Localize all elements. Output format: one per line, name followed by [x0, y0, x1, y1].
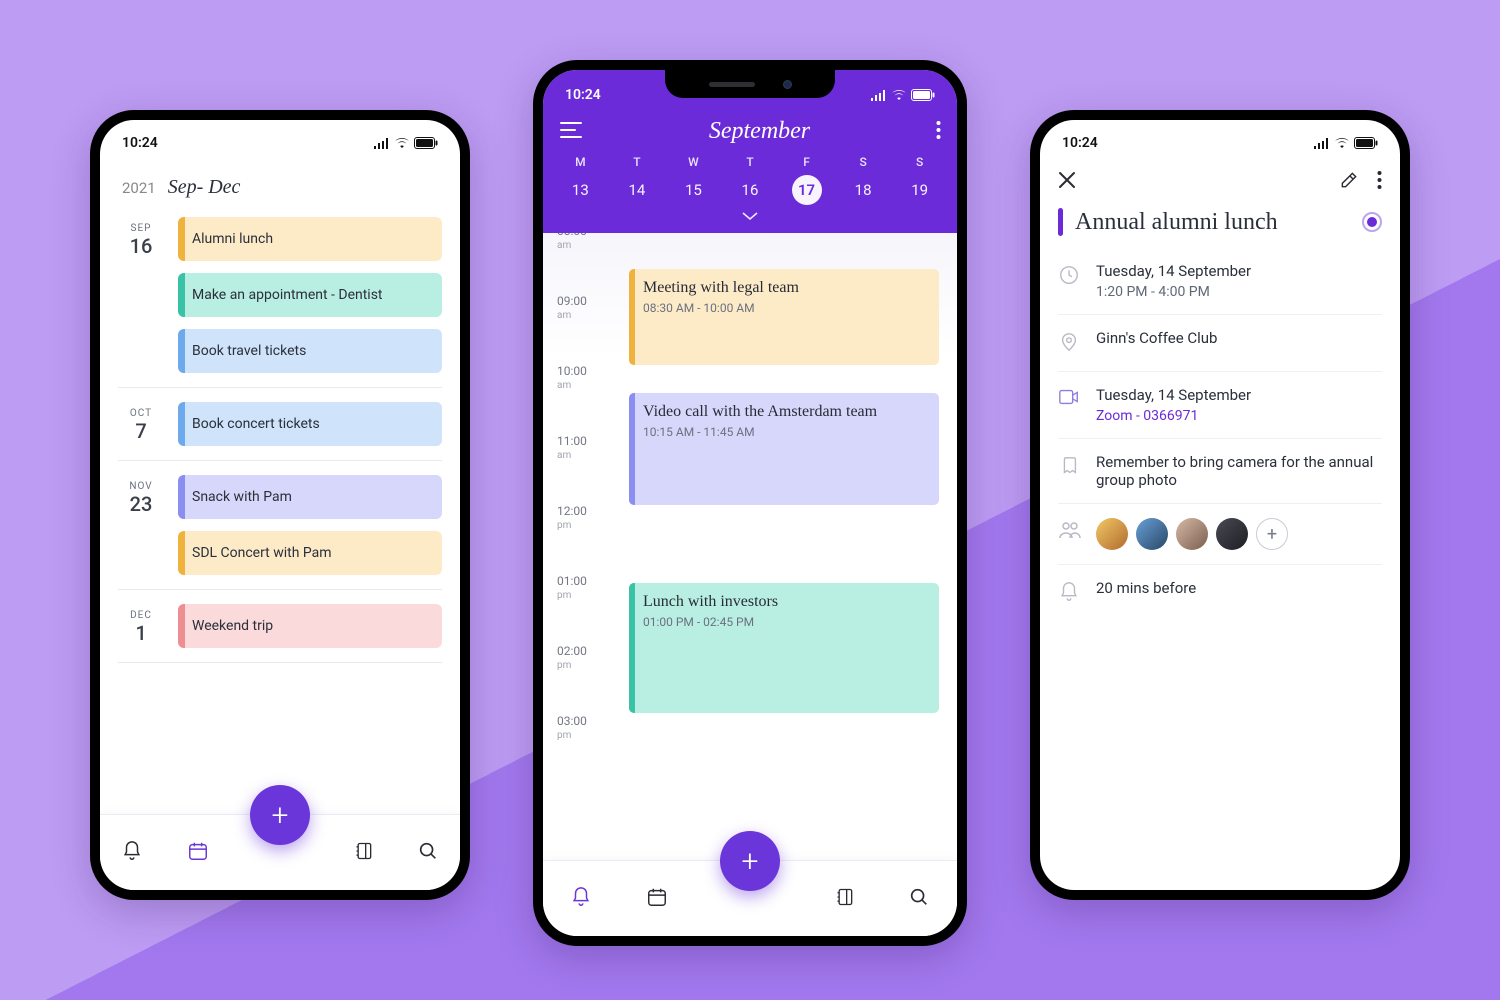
menu-icon[interactable] — [559, 121, 583, 143]
hour-label: 10:00am — [557, 365, 607, 391]
year-label: 2021 — [122, 179, 156, 197]
more-icon[interactable] — [936, 121, 941, 143]
agenda-card[interactable]: Make an appointment - Dentist — [178, 273, 442, 317]
avatar[interactable] — [1136, 518, 1168, 550]
event-title: Annual alumni lunch — [1075, 209, 1350, 236]
status-icons — [373, 137, 438, 149]
add-button[interactable]: + — [250, 785, 310, 845]
edit-icon[interactable] — [1339, 170, 1359, 194]
status-icons — [1313, 137, 1378, 149]
search-icon[interactable] — [417, 840, 439, 866]
bottom-nav: + — [543, 860, 957, 936]
event-details: Tuesday, 14 September 1:20 PM - 4:00 PM … — [1040, 242, 1400, 627]
agenda-card[interactable]: Weekend trip — [178, 604, 442, 648]
weekday-column[interactable]: W15 — [668, 155, 719, 205]
phone-agenda: 10:24 2021 Sep- Dec SEP16 Alumni lunch Ma… — [90, 110, 470, 900]
status-time: 10:24 — [1062, 135, 1098, 151]
attendee-avatars: + — [1096, 518, 1382, 550]
status-time: 10:24 — [565, 87, 601, 103]
weekday-column[interactable]: S18 — [838, 155, 889, 205]
hour-label: 02:00pm — [557, 645, 607, 671]
event-time: 1:20 PM - 4:00 PM — [1096, 284, 1382, 300]
detail-video[interactable]: Tuesday, 14 September Zoom - 0366971 — [1058, 372, 1382, 439]
agenda-list[interactable]: SEP16 Alumni lunch Make an appointment - … — [100, 203, 460, 814]
hour-label: 01:00pm — [557, 575, 607, 601]
notebook-icon[interactable] — [354, 840, 374, 866]
weekday-column[interactable]: T16 — [725, 155, 776, 205]
agenda-card[interactable]: Alumni lunch — [178, 217, 442, 261]
weekday-column[interactable]: S19 — [894, 155, 945, 205]
notebook-icon[interactable] — [835, 886, 855, 912]
detail-location[interactable]: Ginn's Coffee Club — [1058, 315, 1382, 372]
hour-label: 08:00am — [557, 233, 607, 251]
detail-people: + — [1058, 504, 1382, 565]
event-date: Tuesday, 14 September — [1096, 262, 1382, 280]
calendar-icon[interactable] — [645, 886, 669, 912]
expand-week-icon[interactable] — [543, 209, 957, 225]
clock-icon — [1058, 264, 1082, 300]
add-attendee-button[interactable]: + — [1256, 518, 1288, 550]
avatar[interactable] — [1176, 518, 1208, 550]
status-time: 10:24 — [122, 135, 158, 151]
calendar-icon[interactable] — [186, 840, 210, 866]
bell-icon[interactable] — [121, 840, 143, 866]
avatar[interactable] — [1096, 518, 1128, 550]
detail-datetime: Tuesday, 14 September 1:20 PM - 4:00 PM — [1058, 248, 1382, 315]
weekday-column[interactable]: F17 — [781, 155, 832, 205]
agenda-card[interactable]: Snack with Pam — [178, 475, 442, 519]
add-button[interactable]: + — [720, 831, 780, 891]
note-icon — [1058, 455, 1082, 489]
video-icon — [1058, 388, 1082, 424]
hour-label: 11:00am — [557, 435, 607, 461]
date-column: NOV23 — [118, 475, 164, 516]
event-note: Remember to bring camera for the annual … — [1096, 453, 1382, 489]
notch — [665, 70, 835, 98]
title-accent — [1058, 208, 1063, 236]
reminder-text: 20 mins before — [1096, 579, 1382, 607]
status-bar: 10:24 — [100, 128, 460, 158]
bell-icon[interactable] — [570, 886, 592, 912]
color-radio[interactable] — [1362, 212, 1382, 232]
detail-note: Remember to bring camera for the annual … — [1058, 439, 1382, 504]
month-title[interactable]: September — [583, 118, 936, 145]
people-icon — [1058, 520, 1082, 550]
bottom-nav: + — [100, 814, 460, 890]
date-column: OCT7 — [118, 402, 164, 443]
timeline-event[interactable]: Lunch with investors01:00 PM - 02:45 PM — [629, 583, 939, 713]
timeline-event[interactable]: Video call with the Amsterdam team10:15 … — [629, 393, 939, 505]
more-icon[interactable] — [1377, 171, 1382, 193]
agenda-card[interactable]: SDL Concert with Pam — [178, 531, 442, 575]
agenda-header: 2021 Sep- Dec — [100, 158, 460, 203]
close-icon[interactable] — [1058, 171, 1076, 193]
bell-icon — [1058, 581, 1082, 607]
status-bar: 10:24 — [1040, 128, 1400, 158]
video-date: Tuesday, 14 September — [1096, 386, 1382, 404]
agenda-card[interactable]: Book travel tickets — [178, 329, 442, 373]
hour-label: 12:00pm — [557, 505, 607, 531]
search-icon[interactable] — [908, 886, 930, 912]
hour-label: 03:00pm — [557, 715, 607, 741]
day-timeline[interactable]: 08:00am 09:00am 10:00am 11:00am 12:00pm 01:00… — [543, 233, 957, 860]
video-link[interactable]: Zoom - 0366971 — [1096, 408, 1382, 424]
status-icons — [870, 89, 935, 101]
weekday-column[interactable]: T14 — [612, 155, 663, 205]
date-column: DEC1 — [118, 604, 164, 645]
timeline-event[interactable]: Meeting with legal team08:30 AM - 10:00 … — [629, 269, 939, 365]
range-label: Sep- Dec — [168, 176, 241, 198]
pin-icon — [1058, 331, 1082, 357]
event-location: Ginn's Coffee Club — [1096, 329, 1382, 357]
date-column: SEP16 — [118, 217, 164, 258]
weekday-column[interactable]: M13 — [555, 155, 606, 205]
detail-reminder[interactable]: 20 mins before — [1058, 565, 1382, 621]
phone-dayview: 10:24 September M13T14W1 — [533, 60, 967, 946]
avatar[interactable] — [1216, 518, 1248, 550]
week-row[interactable]: M13T14W15T16F17S18S19 — [543, 145, 957, 207]
agenda-card[interactable]: Book concert tickets — [178, 402, 442, 446]
phone-detail: 10:24 — [1030, 110, 1410, 900]
hour-label: 09:00am — [557, 295, 607, 321]
